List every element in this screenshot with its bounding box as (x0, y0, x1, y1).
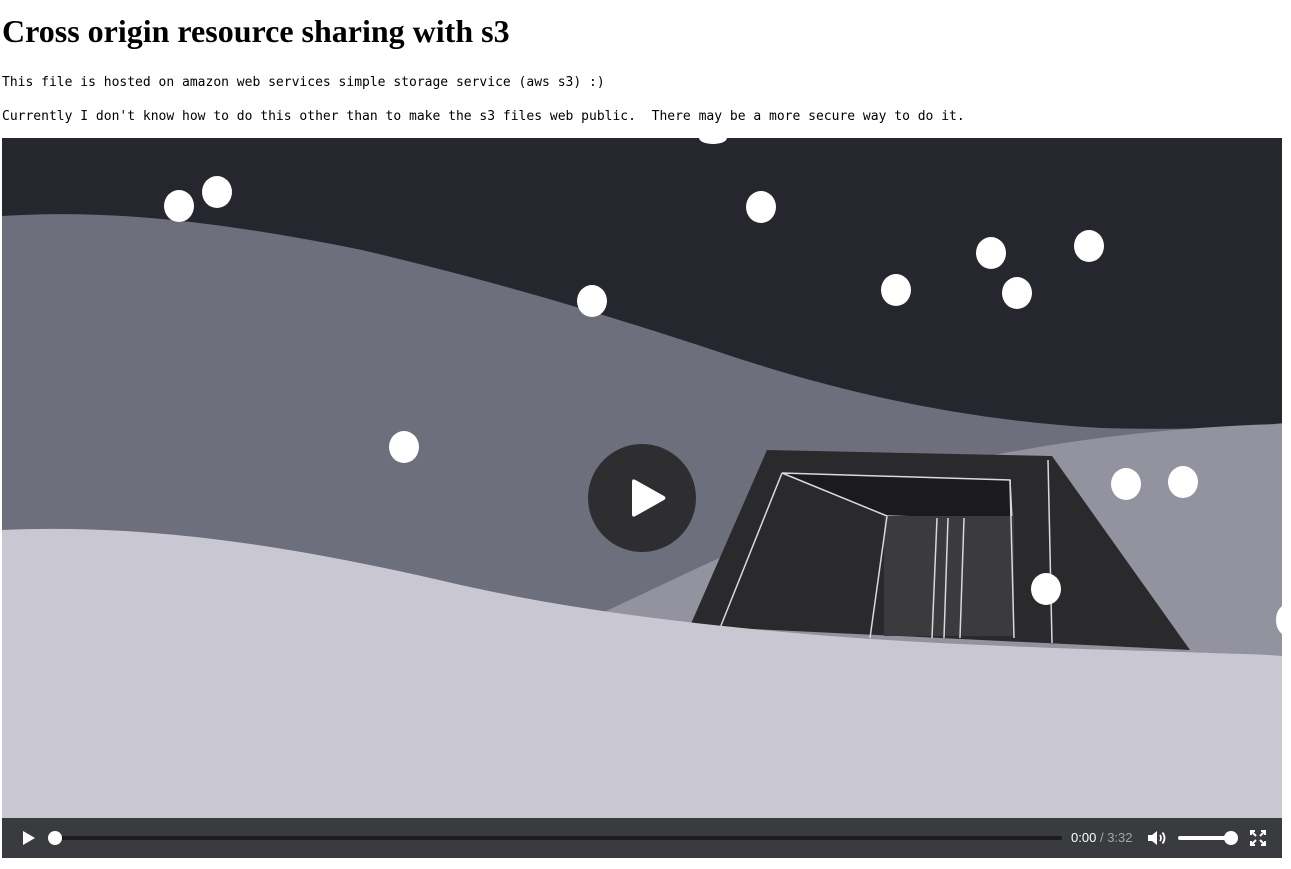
seek-handle[interactable] (48, 831, 62, 845)
video-player[interactable]: 0:00 / 3:32 (2, 138, 1282, 858)
volume-handle[interactable] (1224, 831, 1238, 845)
page-title: Cross origin resource sharing with s3 (2, 13, 510, 49)
time-display: 0:00 / 3:32 (1071, 829, 1133, 847)
intro-paragraph: This file is hosted on amazon web servic… (2, 75, 605, 90)
video-controls-bar: 0:00 / 3:32 (2, 818, 1282, 858)
current-time: 0:00 (1071, 830, 1097, 845)
time-separator: / (1099, 830, 1104, 845)
play-icon (632, 479, 666, 517)
duration: 3:32 (1107, 830, 1133, 845)
volume-icon[interactable] (1146, 828, 1168, 848)
big-play-button[interactable] (588, 444, 696, 552)
note-paragraph: Currently I don't know how to do this ot… (2, 109, 965, 124)
seek-bar[interactable] (54, 836, 1062, 840)
play-icon[interactable] (18, 828, 38, 848)
fullscreen-icon[interactable] (1249, 829, 1267, 847)
